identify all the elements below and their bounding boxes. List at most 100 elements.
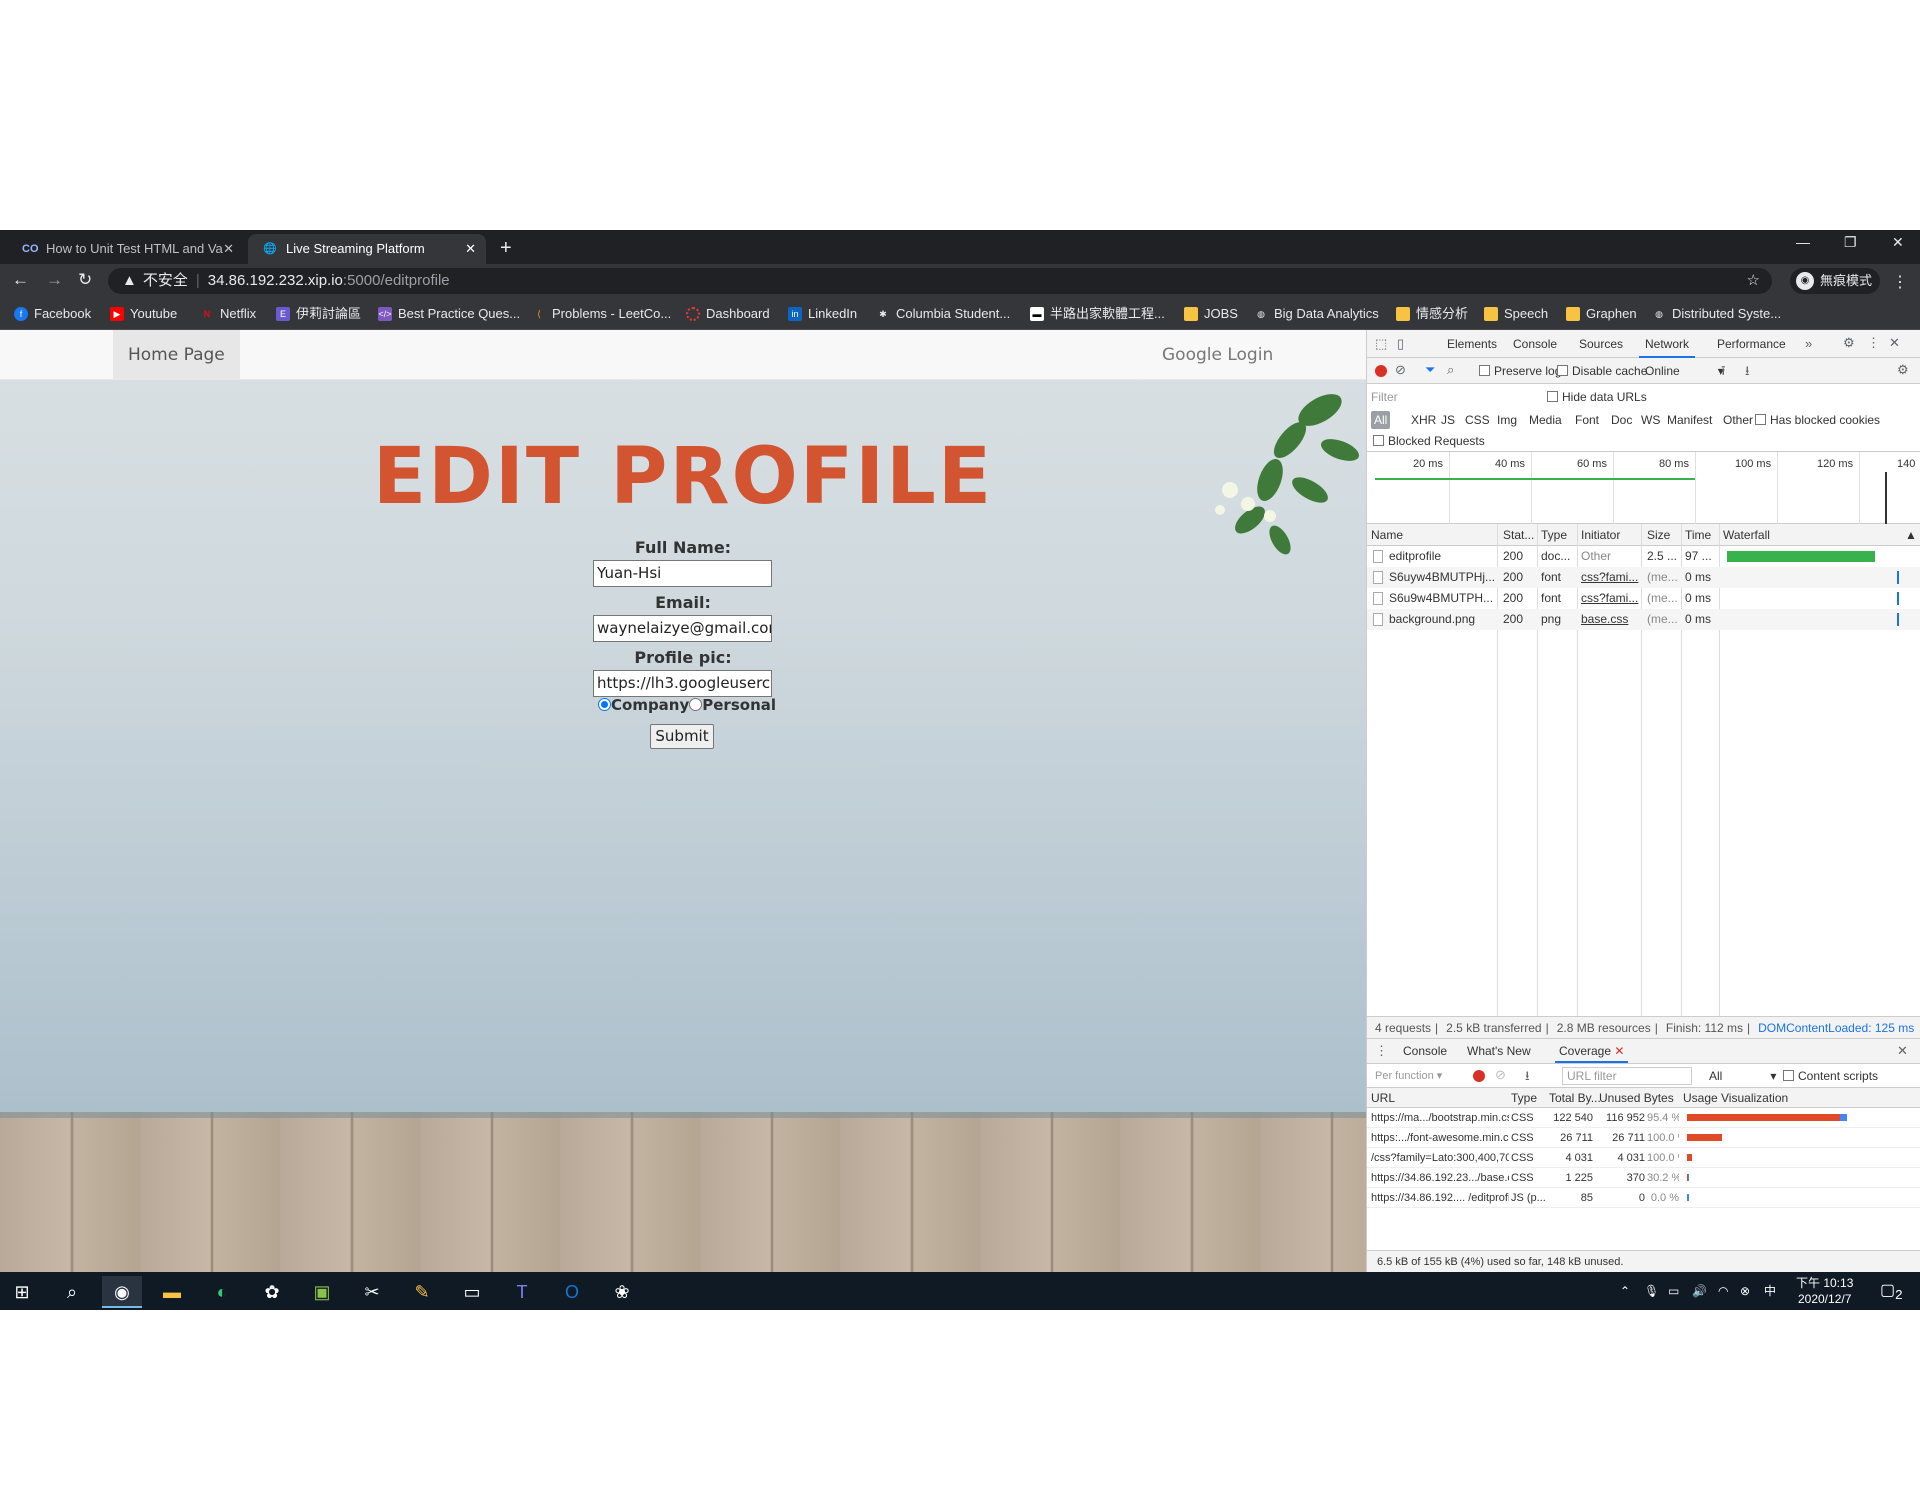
outlook-icon[interactable]: O: [552, 1276, 592, 1308]
request-initiator[interactable]: css?fami...: [1581, 567, 1639, 588]
paint-icon[interactable]: ❀: [602, 1276, 642, 1308]
table-row[interactable]: S6u9w4BMUTPH... 200 font css?fami... (me…: [1367, 588, 1920, 609]
full-name-input[interactable]: Yuan-Hsi: [593, 560, 772, 587]
col-status[interactable]: Stat...: [1503, 524, 1537, 545]
request-initiator[interactable]: css?fami...: [1581, 588, 1639, 609]
reload-icon[interactable]: ↻: [78, 270, 92, 290]
blocked-requests[interactable]: Blocked Requests: [1373, 434, 1485, 448]
bookmark-leetcode[interactable]: ⟨ Problems - LeetCo...: [532, 298, 671, 330]
type-other[interactable]: Other: [1723, 413, 1753, 427]
bookmark-software[interactable]: ▬ 半路出家軟體工程...: [1030, 298, 1165, 330]
terminal-icon[interactable]: ▭: [452, 1276, 492, 1308]
tab-unit-test[interactable]: CO How to Unit Test HTML and Va ✕: [8, 234, 244, 264]
tab-console[interactable]: Console: [1513, 330, 1557, 358]
col-size[interactable]: Size: [1647, 524, 1677, 545]
type-img[interactable]: Img: [1497, 413, 1517, 427]
type-all[interactable]: All: [1371, 411, 1391, 429]
content-scripts[interactable]: Content scripts: [1783, 1069, 1878, 1083]
download-icon[interactable]: ⭳: [1745, 362, 1750, 384]
coverage-row[interactable]: /css?family=Lato:300,400,700,3CSS 4 031 4 …: [1367, 1148, 1920, 1168]
chrome-icon[interactable]: ◉: [102, 1276, 142, 1308]
gear-icon[interactable]: ⚙: [1843, 335, 1855, 351]
tray-chevron-icon[interactable]: ⌃: [1620, 1272, 1630, 1310]
disable-cache[interactable]: Disable cache: [1557, 364, 1647, 378]
cov-col-total[interactable]: Total By...: [1549, 1088, 1601, 1107]
type-css[interactable]: CSS: [1465, 413, 1490, 427]
filter-icon[interactable]: ⏷: [1425, 362, 1435, 378]
wifi-icon[interactable]: ◠: [1718, 1272, 1728, 1310]
table-row[interactable]: S6uyw4BMUTPHj... 200 font css?fami... (m…: [1367, 567, 1920, 588]
blocked-requests-checkbox[interactable]: [1373, 435, 1384, 446]
bookmark-big-data[interactable]: ◍ Big Data Analytics: [1254, 298, 1379, 330]
col-initiator[interactable]: Initiator: [1581, 524, 1631, 545]
tab-sources[interactable]: Sources: [1579, 330, 1623, 358]
close-icon[interactable]: ✕: [1614, 1044, 1624, 1058]
file-explorer-icon[interactable]: ▬: [152, 1276, 192, 1308]
type-doc[interactable]: Doc: [1611, 413, 1632, 427]
bookmark-eyny[interactable]: E 伊莉討論區: [276, 298, 361, 330]
clear-icon[interactable]: ⊘: [1495, 1067, 1506, 1083]
type-ws[interactable]: WS: [1641, 413, 1660, 427]
notes-icon[interactable]: ✎: [402, 1276, 442, 1308]
type-xhr[interactable]: XHR: [1411, 413, 1436, 427]
coverage-row[interactable]: https://34.86.192.23.../base.css CSS 1 225…: [1367, 1168, 1920, 1188]
close-icon[interactable]: ✕: [223, 234, 234, 264]
menu-icon[interactable]: ⋮: [1892, 272, 1908, 292]
type-js[interactable]: JS: [1441, 413, 1455, 427]
bookmark-distributed[interactable]: ◍ Distributed Syste...: [1652, 298, 1781, 330]
incognito-badge[interactable]: ◉ 無痕模式: [1790, 268, 1880, 294]
image-app-icon[interactable]: ▣: [302, 1276, 342, 1308]
radio-personal[interactable]: [689, 698, 703, 711]
minimize-icon[interactable]: —: [1796, 234, 1810, 250]
filter-input[interactable]: Filter: [1371, 390, 1531, 406]
close-icon[interactable]: ✕: [465, 234, 476, 264]
back-icon[interactable]: ←: [12, 270, 29, 290]
upload-icon[interactable]: ⭱: [1721, 362, 1726, 384]
tab-network[interactable]: Network: [1639, 330, 1696, 358]
type-font[interactable]: Font: [1575, 413, 1599, 427]
bookmark-graphen[interactable]: Graphen: [1566, 298, 1637, 330]
more-tabs-icon[interactable]: »: [1805, 336, 1812, 351]
coverage-row[interactable]: https:.../font-awesome.min.css CSS 26 711 2…: [1367, 1128, 1920, 1148]
forward-icon[interactable]: →: [46, 270, 63, 290]
bookmark-netflix[interactable]: N Netflix: [200, 298, 256, 330]
url-filter-input[interactable]: URL filter: [1562, 1067, 1692, 1085]
notification-icon[interactable]: ▢2: [1880, 1272, 1903, 1314]
vpn-icon[interactable]: ⊗: [1740, 1272, 1750, 1310]
tab-live-streaming[interactable]: 🌐 Live Streaming Platform ✕: [248, 234, 486, 264]
coverage-row[interactable]: https://ma.../bootstrap.min.css CSS 122 54…: [1367, 1108, 1920, 1128]
address-bar[interactable]: ▲ 不安全 | 34.86.192.232.xip.io:5000/editprofi…: [108, 268, 1772, 294]
bookmark-best-practice[interactable]: </> Best Practice Ques...: [378, 298, 520, 330]
table-row[interactable]: background.png 200 png base.css (me... 0…: [1367, 609, 1920, 630]
edge-icon[interactable]: ◐: [202, 1276, 242, 1308]
inspect-icon[interactable]: ⬚: [1375, 336, 1387, 352]
bookmark-jobs[interactable]: JOBS: [1184, 298, 1238, 330]
col-name[interactable]: Name: [1371, 524, 1471, 545]
tab-elements[interactable]: Elements: [1447, 330, 1497, 358]
radio-company[interactable]: [598, 698, 611, 711]
close-icon[interactable]: ✕: [1889, 335, 1900, 351]
snipping-icon[interactable]: ✂: [352, 1276, 392, 1308]
disable-cache-checkbox[interactable]: [1557, 365, 1568, 376]
content-scripts-checkbox[interactable]: [1783, 1070, 1794, 1081]
clear-icon[interactable]: ⊘: [1395, 362, 1406, 378]
nav-google-login[interactable]: Google Login: [1162, 330, 1273, 380]
col-waterfall[interactable]: Waterfall: [1723, 524, 1803, 545]
blocked-cookies-checkbox[interactable]: [1755, 414, 1766, 425]
windows-start-icon[interactable]: ⊞: [2, 1276, 42, 1308]
tab-performance[interactable]: Performance: [1717, 330, 1786, 358]
battery-icon[interactable]: ▭: [1668, 1272, 1679, 1310]
settings-icon[interactable]: ⚙: [1897, 362, 1909, 378]
bookmark-facebook[interactable]: f Facebook: [14, 298, 91, 330]
bookmark-columbia[interactable]: ✱ Columbia Student...: [876, 298, 1010, 330]
record-icon[interactable]: [1473, 1070, 1485, 1082]
drawer-tab-whats-new[interactable]: What's New: [1467, 1039, 1531, 1063]
request-initiator[interactable]: base.css: [1581, 609, 1639, 630]
sort-up-icon[interactable]: ▲: [1905, 524, 1917, 545]
throttle-select[interactable]: Online ▾: [1645, 364, 1724, 378]
clock[interactable]: 下午 10:13 2020/12/7: [1796, 1275, 1853, 1307]
volume-icon[interactable]: 🔊: [1692, 1272, 1707, 1310]
submit-button[interactable]: Submit: [650, 724, 714, 749]
kebab-icon[interactable]: ⋮: [1867, 335, 1880, 351]
email-input[interactable]: waynelaizye@gmail.com: [593, 615, 772, 642]
